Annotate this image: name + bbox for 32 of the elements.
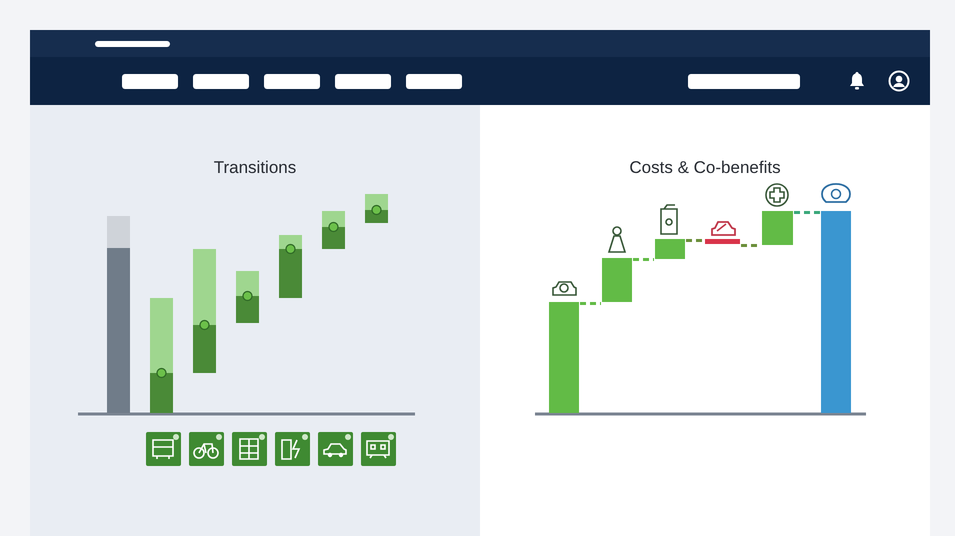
bar — [762, 211, 793, 245]
fuel-can-icon — [660, 204, 678, 235]
range-bar — [279, 235, 302, 298]
car-icon — [711, 221, 736, 236]
building-icon — [232, 432, 267, 466]
connector-line — [794, 211, 820, 214]
car-icon — [318, 432, 353, 466]
range-bar — [365, 194, 388, 223]
bicycle-icon — [189, 432, 224, 466]
range-bar — [322, 211, 345, 249]
bell-icon[interactable] — [848, 71, 866, 91]
nav-placeholder[interactable] — [406, 74, 462, 88]
bar — [655, 239, 685, 259]
nav-placeholder[interactable] — [122, 74, 178, 88]
nav-placeholder[interactable] — [335, 74, 391, 88]
bus-icon — [146, 432, 181, 466]
range-bar — [236, 271, 259, 323]
chart-title: Costs & Co-benefits — [629, 158, 781, 178]
charger-icon — [275, 432, 310, 466]
train-icon — [361, 432, 396, 466]
connector-line — [580, 302, 601, 305]
profile-icon[interactable] — [888, 70, 910, 92]
plus-circle-icon — [765, 183, 789, 207]
bar — [602, 258, 632, 302]
search-placeholder[interactable] — [688, 74, 800, 88]
nav-placeholder[interactable] — [264, 74, 320, 88]
chart-title: Transitions — [214, 158, 296, 178]
nav-placeholder[interactable] — [193, 74, 249, 88]
connector-line — [686, 239, 704, 242]
bar — [705, 239, 740, 244]
person-icon — [608, 226, 626, 253]
connector-line — [633, 258, 654, 261]
